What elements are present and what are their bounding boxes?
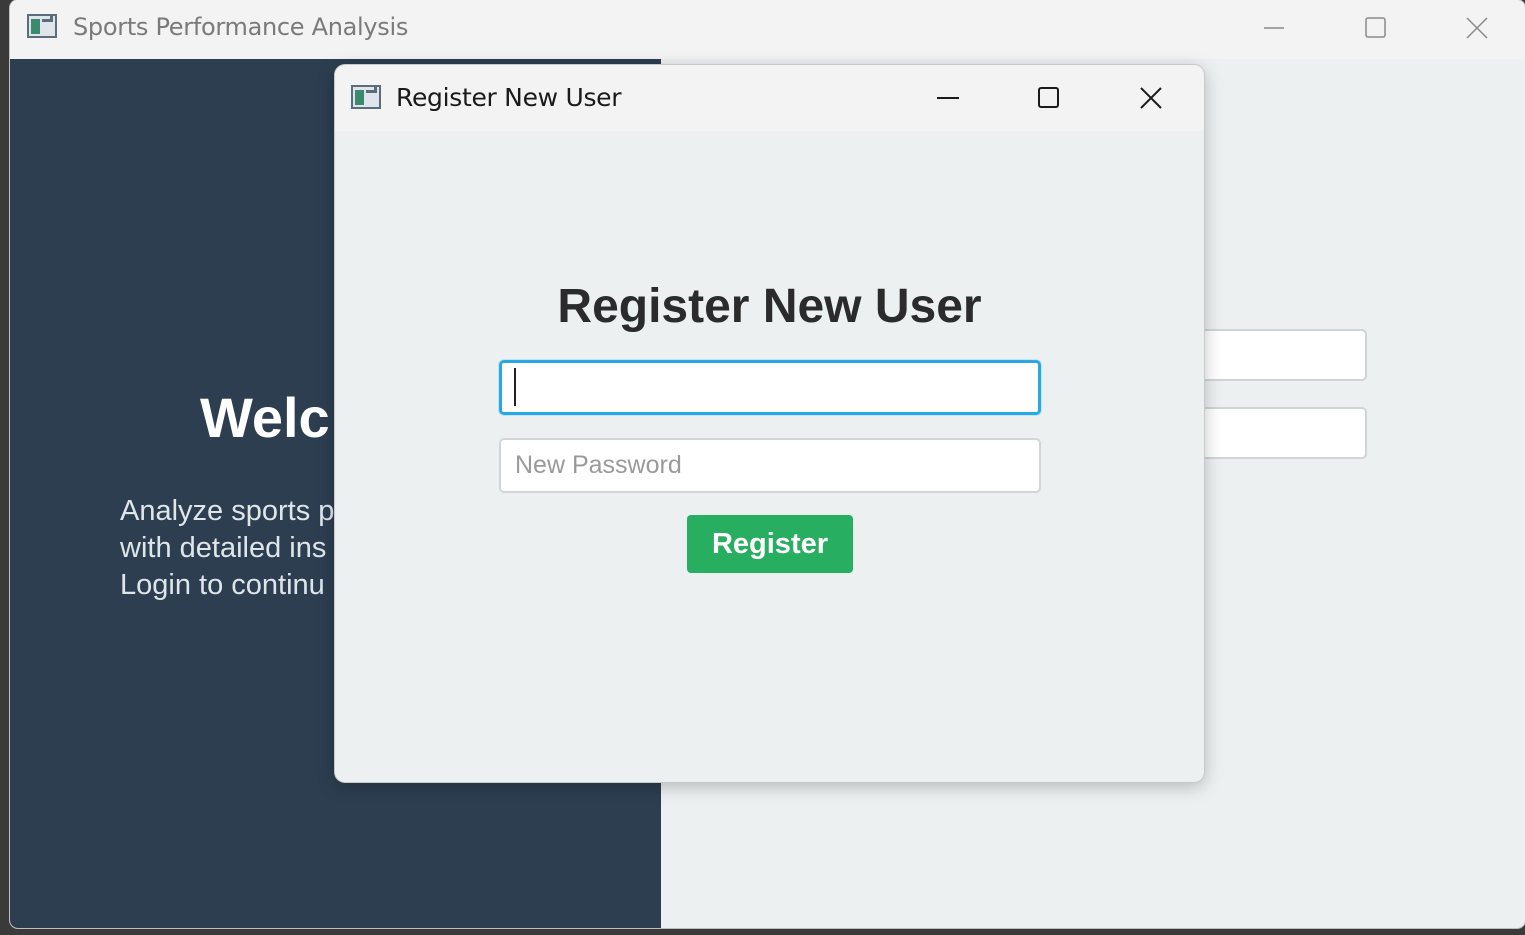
main-window-title: Sports Performance Analysis — [73, 13, 409, 41]
text-caret — [514, 368, 516, 406]
welcome-heading: Welc — [200, 386, 330, 449]
minimize-icon[interactable] — [1254, 8, 1294, 48]
app-window-icon — [27, 14, 57, 38]
welcome-line: Analyze sports p — [120, 495, 335, 527]
welcome-line: with detailed ins — [120, 532, 327, 564]
register-button[interactable]: Register — [687, 515, 853, 573]
maximize-icon[interactable] — [1028, 78, 1068, 118]
dialog-heading: Register New User — [557, 280, 982, 333]
dialog-title: Register New User — [396, 83, 622, 112]
minimize-icon[interactable] — [928, 78, 968, 118]
register-dialog: Register New User Register New User Regi… — [335, 65, 1204, 782]
welcome-text: Analyze sports p with detailed ins Login… — [120, 493, 334, 604]
new-password-input[interactable] — [499, 438, 1041, 493]
close-icon[interactable] — [1457, 8, 1497, 48]
username-input[interactable] — [499, 360, 1041, 415]
main-titlebar[interactable]: Sports Performance Analysis — [10, 0, 1525, 59]
welcome-line: Login to continu — [120, 569, 325, 601]
app-window-icon — [351, 85, 381, 109]
maximize-icon[interactable] — [1355, 8, 1395, 48]
dialog-titlebar[interactable]: Register New User — [335, 65, 1204, 131]
close-icon[interactable] — [1131, 78, 1171, 118]
